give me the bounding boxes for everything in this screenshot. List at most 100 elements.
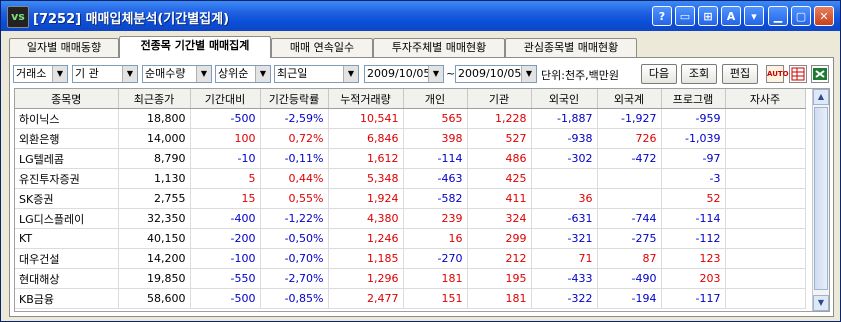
- maximize-button[interactable]: ▢: [791, 6, 811, 26]
- investor-select[interactable]: 기 관 ▼: [72, 65, 138, 83]
- link-icon[interactable]: ⊞: [698, 6, 718, 26]
- table-cell: 2,477: [328, 288, 404, 309]
- table-cell: -112: [661, 228, 726, 249]
- table-row[interactable]: 유진투자증권 1,130 5 0,44% 5,348 -463 425 -3: [15, 168, 806, 189]
- table-cell: 123: [661, 248, 726, 269]
- table-cell: -631: [531, 208, 598, 229]
- table-cell: -114: [661, 208, 726, 229]
- tab-all-stocks-period[interactable]: 전종목 기간별 매매집계: [119, 36, 271, 58]
- market-select[interactable]: 거래소 ▼: [13, 65, 68, 83]
- tab-consecutive-days[interactable]: 매매 연속일수: [271, 38, 373, 57]
- filter-toolbar: 거래소 ▼ 기 관 ▼ 순매수량 ▼ 상위순 ▼ 최근일 ▼ 2009/10/05 ▼ ~ …: [10, 58, 833, 88]
- table-cell: 1,228: [467, 108, 532, 129]
- table-cell: -117: [661, 288, 726, 309]
- table-row[interactable]: 현대해상 19,850 -550 -2,70% 1,296 181 195 -433 -490 2…: [15, 268, 806, 289]
- chevron-down-icon: ▼: [52, 66, 67, 82]
- title-bar[interactable]: vs [7252] 매매입체분석(기간별집계) ? ▭ ⊞ A ▾ ▁ ▢ ✕: [1, 1, 840, 31]
- column-header[interactable]: 외국인: [531, 89, 598, 109]
- table-row[interactable]: SK증권 2,755 15 0,55% 1,924 -582 411 36 52: [15, 188, 806, 209]
- window-title: [7252] 매매입체분석(기간별집계): [33, 12, 230, 27]
- query-button[interactable]: 조회: [681, 64, 717, 84]
- column-header[interactable]: 자사주: [725, 89, 806, 109]
- period-select[interactable]: 최근일 ▼: [274, 65, 359, 83]
- column-header[interactable]: 프로그램: [661, 89, 726, 109]
- table-cell: 유진투자증권: [15, 168, 119, 189]
- table-cell: [725, 108, 806, 129]
- scroll-thumb[interactable]: [814, 107, 828, 290]
- table-cell: 324: [467, 208, 532, 229]
- table-cell: 0,55%: [260, 188, 329, 209]
- table-cell: -270: [403, 248, 468, 269]
- table-cell: [725, 208, 806, 229]
- table-cell: 71: [531, 248, 598, 269]
- table-cell: -1,887: [531, 108, 598, 129]
- table-cell: -3: [661, 168, 726, 189]
- auto-icon[interactable]: AUTO: [766, 65, 789, 83]
- column-header[interactable]: 누적거래량: [328, 89, 404, 109]
- table-cell: -490: [597, 268, 662, 289]
- table-cell: 40,150: [118, 228, 191, 249]
- column-header[interactable]: 종목명: [15, 89, 119, 109]
- table-row[interactable]: LG텔레콤 8,790 -10 -0,11% 1,612 -114 486 -302 -472-…: [15, 148, 806, 169]
- column-header[interactable]: 기관: [467, 89, 532, 109]
- order-select[interactable]: 상위순 ▼: [215, 65, 271, 83]
- column-header[interactable]: 개인: [403, 89, 468, 109]
- table-cell: -114: [403, 148, 468, 169]
- tab-daily-trend[interactable]: 일자별 매매동향: [9, 38, 119, 57]
- scroll-down-icon[interactable]: ▼: [813, 295, 829, 311]
- column-header[interactable]: 외국계: [597, 89, 662, 109]
- table-cell: [725, 128, 806, 149]
- table-cell: [725, 248, 806, 269]
- vertical-scrollbar[interactable]: ▲ ▼: [812, 89, 829, 311]
- table-cell: -100: [190, 248, 261, 269]
- table-cell: -400: [190, 208, 261, 229]
- next-button[interactable]: 다음: [641, 64, 677, 84]
- table-cell: [597, 168, 662, 189]
- table-cell: -0,70%: [260, 248, 329, 269]
- table-cell: 5: [190, 168, 261, 189]
- minimize-button[interactable]: ▁: [768, 6, 788, 26]
- data-grid[interactable]: 종목명 최근종가 기간대비 기간등락률 누적거래량 개인 기관 외국인 외국계 프로그램 자사주 하…: [14, 88, 830, 312]
- table-cell: -194: [597, 288, 662, 309]
- table-cell: -582: [403, 188, 468, 209]
- column-header[interactable]: 기간대비: [190, 89, 261, 109]
- table-cell: 1,296: [328, 268, 404, 289]
- table-cell: 10,541: [328, 108, 404, 129]
- menu-dropdown-icon[interactable]: ▾: [744, 6, 764, 26]
- chevron-down-icon: ▼: [196, 66, 211, 82]
- table-row[interactable]: 대우건설 14,200 -100 -0,70% 1,185 -270 212 71 87 123: [15, 248, 806, 269]
- table-row[interactable]: KB금융 58,600 -500 -0,85% 2,477 151 181 -322 -194-…: [15, 288, 806, 309]
- close-button[interactable]: ✕: [814, 6, 834, 26]
- table-row[interactable]: 하이닉스 18,800 -500 -2,59% 10,541 565 1,228 -1,887…: [15, 108, 806, 129]
- table-row[interactable]: 외환은행 14,000 100 0,72% 6,846 398 527 -938 726 -1,0…: [15, 128, 806, 149]
- table-cell: LG디스플레이: [15, 208, 119, 229]
- table-cell: 14,200: [118, 248, 191, 269]
- sort-by-select[interactable]: 순매수량 ▼: [142, 65, 212, 83]
- edit-button[interactable]: 편집: [722, 64, 758, 84]
- table-cell: 하이닉스: [15, 108, 119, 129]
- table-cell: 1,924: [328, 188, 404, 209]
- date-from-field[interactable]: 2009/10/05 ▼: [364, 65, 444, 83]
- table-cell: -959: [661, 108, 726, 129]
- table-cell: 195: [467, 268, 532, 289]
- table-row[interactable]: LG디스플레이 32,350 -400 -1,22% 4,380 239 324 -631 -7…: [15, 208, 806, 229]
- table-cell: 87: [597, 248, 662, 269]
- table-cell: 212: [467, 248, 532, 269]
- column-header[interactable]: 기간등락률: [260, 89, 329, 109]
- column-header[interactable]: 최근종가: [118, 89, 191, 109]
- table-cell: 현대해상: [15, 268, 119, 289]
- excel-export-icon[interactable]: [811, 65, 829, 83]
- window-mode-icon[interactable]: ▭: [675, 6, 695, 26]
- font-size-icon[interactable]: A: [721, 6, 741, 26]
- market-select-value: 거래소: [16, 67, 47, 80]
- table-row[interactable]: KT 40,150 -200 -0,50% 1,246 16 299 -321 -275 -112: [15, 228, 806, 249]
- chart-icon[interactable]: [789, 65, 807, 83]
- help-icon[interactable]: ?: [652, 6, 672, 26]
- scroll-up-icon[interactable]: ▲: [813, 89, 829, 105]
- table-cell: -2,70%: [260, 268, 329, 289]
- table-cell: -322: [531, 288, 598, 309]
- tab-investor-trading[interactable]: 투자주체별 매매현황: [373, 38, 505, 57]
- date-to-field[interactable]: 2009/10/05 ▼: [455, 65, 537, 83]
- table-cell: 486: [467, 148, 532, 169]
- tab-watchlist-trading[interactable]: 관심종목별 매매현황: [505, 38, 637, 57]
